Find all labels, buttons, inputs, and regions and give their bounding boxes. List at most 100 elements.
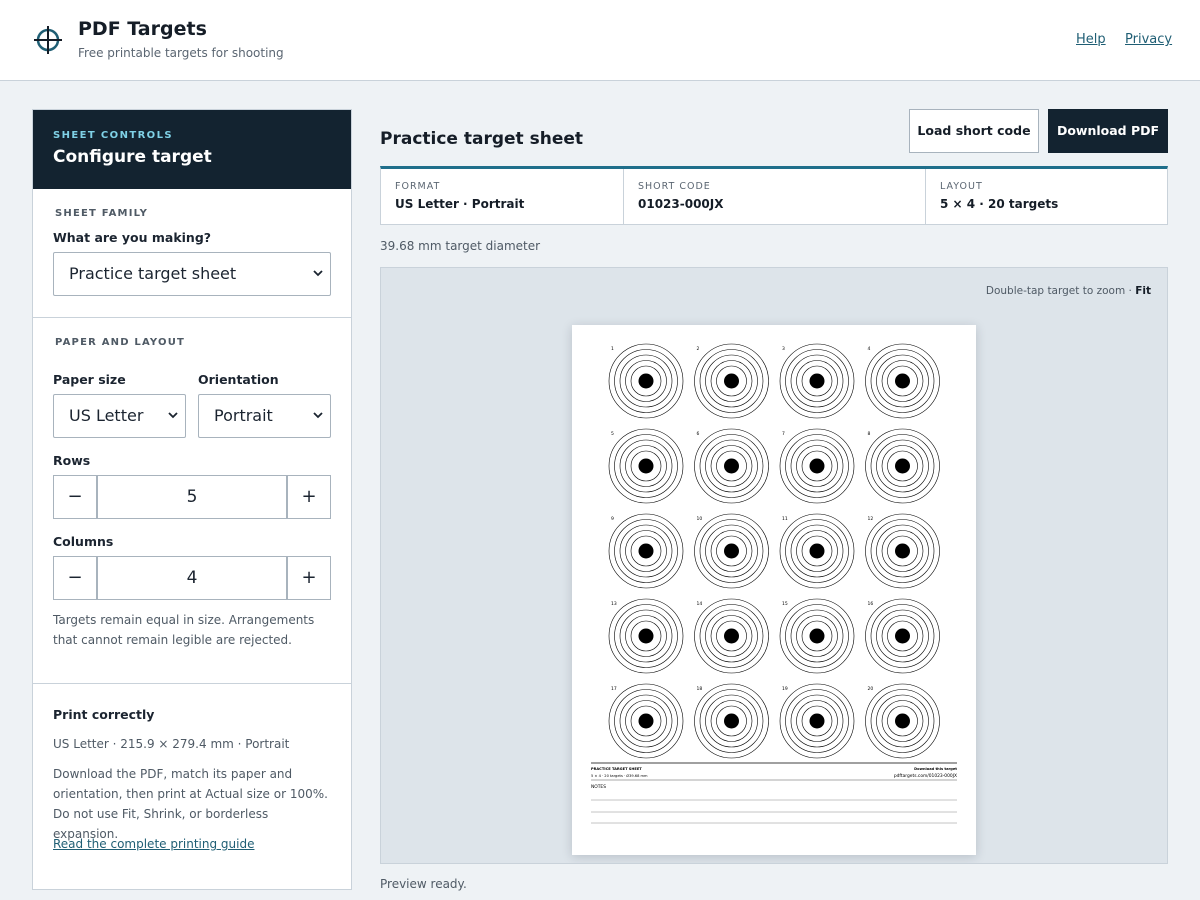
target-12[interactable]: 12 xyxy=(865,513,940,589)
preview-status: Preview ready. xyxy=(380,877,467,891)
print-correctly-title: Print correctly xyxy=(53,707,155,722)
target-19[interactable]: 19 xyxy=(779,683,855,759)
printing-guide-link[interactable]: Read the complete printing guide xyxy=(53,837,254,851)
target-bullseye xyxy=(809,628,825,644)
zoom-hint: Double-tap target to zoom · Fit xyxy=(986,285,1151,297)
chevron-down-icon xyxy=(313,270,323,277)
target-3[interactable]: 3 xyxy=(779,343,855,419)
layout-value: 5 × 4 · 20 targets xyxy=(940,197,1059,211)
target-bullseye xyxy=(724,373,739,389)
target-13[interactable]: 13 xyxy=(608,598,684,674)
sheet-controls-panel: SHEET CONTROLS Configure target SHEET FA… xyxy=(32,109,352,890)
privacy-link[interactable]: Privacy xyxy=(1125,32,1172,47)
target-15[interactable]: 15 xyxy=(779,598,855,674)
orientation-select[interactable]: Portrait xyxy=(198,394,331,438)
target-bullseye xyxy=(638,713,654,729)
sheet-family-value: Practice target sheet xyxy=(69,264,237,283)
crosshair-logo-icon xyxy=(34,26,62,54)
target-bullseye xyxy=(724,543,739,559)
target-14[interactable]: 14 xyxy=(694,598,769,674)
sheet-family-select[interactable]: Practice target sheet xyxy=(53,252,331,296)
target-bullseye xyxy=(809,713,825,729)
target-9[interactable]: 9 xyxy=(608,513,684,589)
zoom-hint-text: Double-tap target to zoom · xyxy=(985,285,1132,297)
page-title: Practice target sheet xyxy=(380,129,584,149)
target-number: 8 xyxy=(868,431,871,437)
sheet-footer-meta: 5 × 4 · 20 targets · Ø39.68 mm xyxy=(591,773,648,778)
rows-label: Rows xyxy=(53,453,91,468)
orientation-label: Orientation xyxy=(198,372,279,387)
target-diameter-text: 39.68 mm target diameter xyxy=(380,239,541,253)
short-code-label: SHORT CODE xyxy=(638,181,711,192)
download-pdf-button[interactable]: Download PDF xyxy=(1048,109,1168,153)
target-20[interactable]: 20 xyxy=(865,683,940,759)
target-number: 10 xyxy=(697,516,703,522)
help-link[interactable]: Help xyxy=(1076,32,1106,47)
target-bullseye xyxy=(895,543,910,559)
rows-input[interactable]: 5 xyxy=(97,475,287,519)
site-tagline: Free printable targets for shooting xyxy=(78,46,284,60)
target-bullseye xyxy=(638,373,654,389)
sheet-footer-url: pdftargets.com/01023-000JX xyxy=(894,773,957,779)
panel-header: SHEET CONTROLS Configure target xyxy=(33,110,351,189)
target-bullseye xyxy=(809,373,825,389)
target-18[interactable]: 18 xyxy=(694,683,769,759)
rows-decrement-button[interactable]: − xyxy=(53,475,97,519)
site-title[interactable]: PDF Targets xyxy=(78,18,207,40)
panel-eyebrow: SHEET CONTROLS xyxy=(53,130,173,141)
target-16[interactable]: 16 xyxy=(865,598,940,674)
layout-label: LAYOUT xyxy=(940,181,983,192)
target-number: 7 xyxy=(782,431,785,437)
target-number: 9 xyxy=(611,516,614,522)
target-bullseye xyxy=(895,373,910,389)
target-11[interactable]: 11 xyxy=(779,513,855,589)
load-short-code-button[interactable]: Load short code xyxy=(909,109,1039,153)
zoom-mode[interactable]: Fit xyxy=(1135,285,1151,297)
target-2[interactable]: 2 xyxy=(694,343,769,419)
target-number: 20 xyxy=(868,686,874,692)
target-17[interactable]: 17 xyxy=(608,683,684,759)
columns-increment-button[interactable]: + xyxy=(287,556,331,600)
layout-help-text: Targets remain equal in size. Arrangemen… xyxy=(53,613,315,647)
target-bullseye xyxy=(809,543,825,559)
target-bullseye xyxy=(809,458,825,474)
format-summary: FORMAT US Letter · Portrait xyxy=(381,169,623,225)
target-number: 5 xyxy=(611,431,614,437)
target-bullseye xyxy=(724,458,739,474)
site-header: PDF Targets Free printable targets for s… xyxy=(0,0,1200,81)
target-4[interactable]: 4 xyxy=(865,343,940,419)
target-sheet-drawing: 1 2 3 45 6 7 89 10 11 1213 14 15 1617 18 19 20 PRACTICE… xyxy=(591,343,957,824)
chevron-down-icon xyxy=(313,412,323,419)
chevron-down-icon xyxy=(168,412,178,419)
columns-input[interactable]: 4 xyxy=(97,556,287,600)
target-number: 13 xyxy=(611,601,617,607)
target-1[interactable]: 1 xyxy=(608,343,684,419)
paper-size-select[interactable]: US Letter xyxy=(53,394,186,438)
target-6[interactable]: 6 xyxy=(694,428,769,504)
rows-increment-button[interactable]: + xyxy=(287,475,331,519)
format-label: FORMAT xyxy=(395,181,441,192)
target-number: 6 xyxy=(697,431,700,437)
short-code-summary: SHORT CODE 01023-000JX xyxy=(623,169,925,225)
paper-size-value: US Letter xyxy=(69,406,144,425)
target-10[interactable]: 10 xyxy=(694,513,769,589)
columns-decrement-button[interactable]: − xyxy=(53,556,97,600)
target-number: 18 xyxy=(697,686,703,692)
target-5[interactable]: 5 xyxy=(608,428,684,504)
target-bullseye xyxy=(895,458,910,474)
sheet-family-label: What are you making? xyxy=(53,230,212,245)
target-number: 14 xyxy=(697,601,703,607)
target-bullseye xyxy=(638,458,654,474)
target-8[interactable]: 8 xyxy=(865,428,940,504)
orientation-value: Portrait xyxy=(214,406,273,425)
target-sheet-page[interactable]: 1 2 3 4 5 6 7 8 9 10 11 12 13 14 15 16 17 18 19 20 PRACTICE… xyxy=(572,325,976,855)
layout-summary: LAYOUT 5 × 4 · 20 targets xyxy=(925,169,1167,225)
target-number: 4 xyxy=(868,346,871,352)
paper-size-label: Paper size xyxy=(53,372,126,387)
target-7[interactable]: 7 xyxy=(779,428,855,504)
sheet-preview[interactable]: Double-tap target to zoom · Fit 12345678… xyxy=(380,267,1168,864)
section-divider xyxy=(33,683,351,684)
format-value: US Letter · Portrait xyxy=(395,197,525,211)
target-bullseye xyxy=(724,713,739,729)
target-number: 1 xyxy=(611,346,614,352)
